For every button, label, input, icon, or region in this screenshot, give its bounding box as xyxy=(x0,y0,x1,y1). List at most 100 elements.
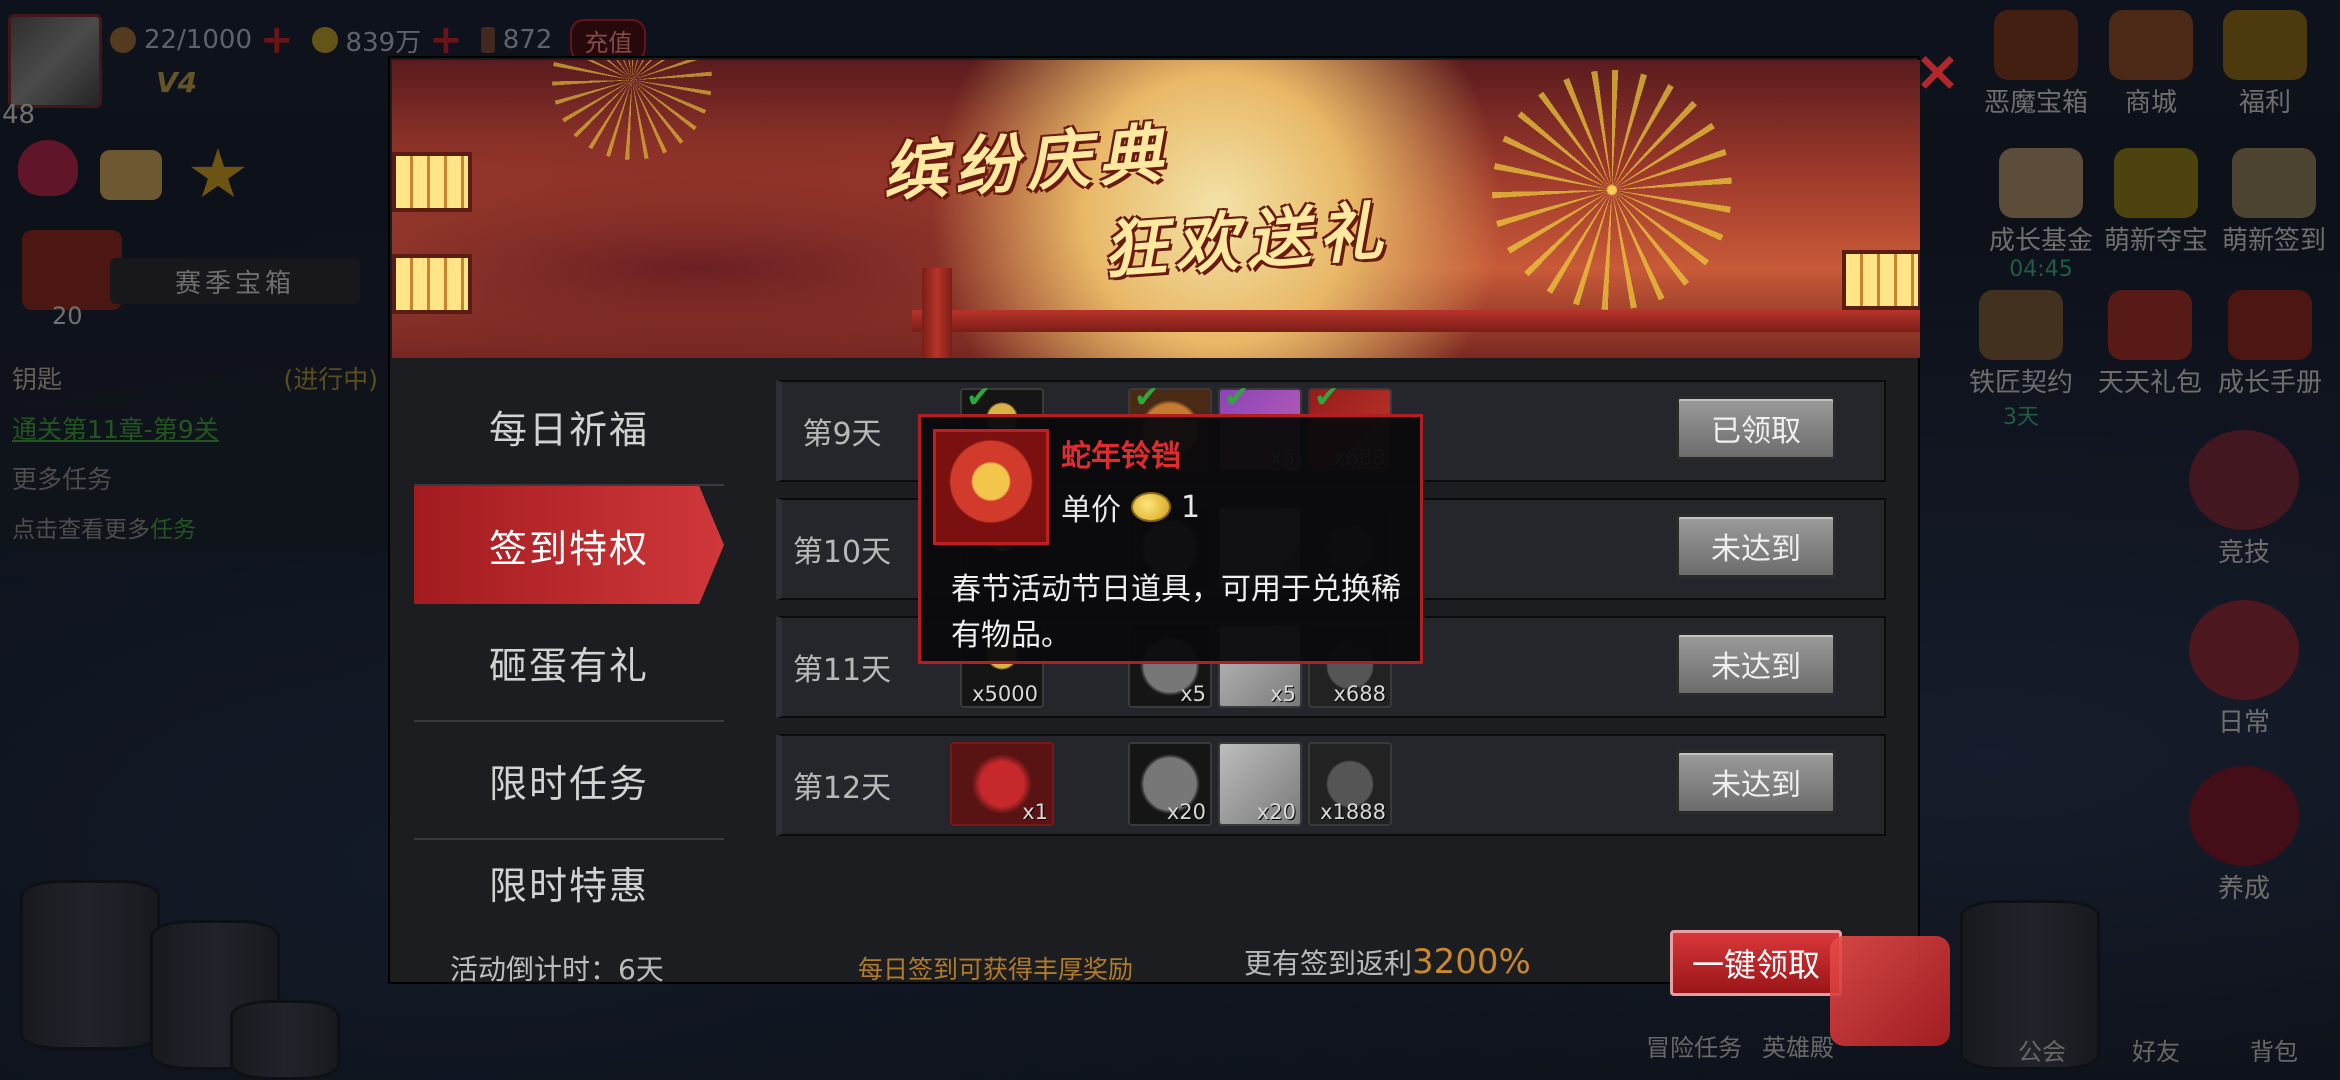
add-gold-button[interactable]: + xyxy=(429,20,463,60)
railing-decoration xyxy=(912,310,1920,332)
cultivate-label: 养成 xyxy=(2217,874,2270,904)
gold-coin-icon xyxy=(311,27,338,53)
tab-signin-privilege[interactable]: 签到特权 xyxy=(414,486,724,604)
task-status: (进行中) xyxy=(283,365,378,394)
daily-button[interactable]: 日常 xyxy=(2184,600,2304,739)
tooltip-description: 春节活动节日道具，可用于兑换稀有物品。 xyxy=(951,572,1401,653)
skull-chest-icon xyxy=(1994,10,2078,80)
reward-item-hammer[interactable]: x20 xyxy=(1218,742,1302,826)
banner-title-line2: 狂欢送礼 xyxy=(1100,194,1393,289)
daily-gift-label: 天天礼包 xyxy=(2097,368,2202,398)
welfare-label: 福利 xyxy=(2238,88,2291,118)
price-label: 单价 xyxy=(1061,493,1121,528)
growth-manual-button[interactable]: 成长手册 xyxy=(2210,290,2330,399)
price-value: 1 xyxy=(1181,489,1201,525)
add-stamina-button[interactable]: + xyxy=(260,20,294,60)
item-count: x5000 xyxy=(972,682,1038,706)
task-stage-link[interactable]: 通关第11章-第9关 xyxy=(12,410,219,446)
reward-item-bell[interactable]: x1888 xyxy=(1308,742,1392,826)
demon-chest-label: 恶魔宝箱 xyxy=(1983,88,2088,118)
arena-label: 竞技 xyxy=(2217,538,2270,568)
mask-icon xyxy=(2189,600,2299,700)
welfare-button[interactable]: 福利 xyxy=(2210,10,2320,119)
item-tooltip: 蛇年铃铛 单价 1 春节活动节日道具，可用于兑换稀有物品。 xyxy=(918,414,1423,664)
newbie-treasure-button[interactable]: 萌新夺宝 xyxy=(2096,148,2216,257)
lucky-cat-icon xyxy=(1999,148,2083,218)
attack-value: 872 xyxy=(502,25,553,55)
arena-button[interactable]: 竞技 xyxy=(2184,430,2304,569)
shop-label: 商城 xyxy=(2124,88,2177,118)
player-level: 48 xyxy=(2,100,36,130)
not-reached-button[interactable]: 未达到 xyxy=(1676,632,1836,696)
drumstick-icon xyxy=(110,27,136,53)
claimed-button[interactable]: 已领取 xyxy=(1676,396,1836,460)
growth-fund-button[interactable]: 成长基金 04:45 xyxy=(1976,148,2106,282)
checkmark-icon: ✔ xyxy=(1314,380,1340,415)
not-reached-button[interactable]: 未达到 xyxy=(1676,750,1836,814)
gift-icon[interactable] xyxy=(1830,936,1950,1046)
item-count: x1888 xyxy=(1320,800,1386,824)
firework-decoration xyxy=(552,60,712,160)
not-reached-button[interactable]: 未达到 xyxy=(1676,514,1836,578)
footer-rebate: 更有签到返利3200% xyxy=(1244,942,1531,982)
season-chest-icon[interactable] xyxy=(22,230,122,310)
tab-daily-blessing[interactable]: 每日祈福 xyxy=(414,368,724,486)
demon-chest-button[interactable]: 恶魔宝箱 xyxy=(1976,10,2096,119)
event-tabs: 每日祈福 签到特权 砸蛋有礼 限时任务 限时特惠 xyxy=(414,368,724,910)
rebate-label: 更有签到返利 xyxy=(1244,947,1413,980)
tab-egg-smash[interactable]: 砸蛋有礼 xyxy=(414,604,724,722)
checkmark-icon: ✔ xyxy=(966,380,992,415)
more-tasks-label[interactable]: 更多任务 xyxy=(12,460,112,496)
bag-button[interactable]: 背包 xyxy=(2250,1032,2298,1067)
guild-button[interactable]: 公会 xyxy=(2018,1032,2066,1067)
newbie-treasure-label: 萌新夺宝 xyxy=(2103,226,2208,256)
stamina-resource: 22/1000 + xyxy=(110,20,294,60)
barrel-decoration xyxy=(20,880,160,1050)
task-hint-link[interactable]: 任务 xyxy=(150,517,196,543)
mail-icon[interactable] xyxy=(100,150,162,200)
reward-item-lion-dance[interactable]: x1 xyxy=(950,742,1054,826)
day-label: 第11天 xyxy=(792,653,892,688)
sword-icon xyxy=(480,27,495,53)
item-count: x5 xyxy=(1180,682,1206,706)
adventure-task-button[interactable]: 冒险任务 xyxy=(1646,1028,1742,1063)
lit-window-decoration xyxy=(1842,250,1920,310)
scroll-quill-icon xyxy=(2232,148,2316,218)
daily-gift-button[interactable]: 天天礼包 xyxy=(2090,290,2210,399)
event-countdown: 活动倒计时：6天 xyxy=(450,953,664,986)
claim-all-button[interactable]: 一键领取 xyxy=(1670,930,1842,996)
task-hint: 点击查看更多任务 xyxy=(12,510,378,544)
daily-label: 日常 xyxy=(2217,708,2270,738)
task-panel[interactable]: 钥匙 (进行中) 通关第11章-第9关 更多任务 点击查看更多任务 xyxy=(0,350,390,550)
season-chest-label[interactable]: 赛季宝箱 xyxy=(110,258,360,304)
checkmark-icon: ✔ xyxy=(1224,380,1250,415)
event-banner: 缤纷庆典 狂欢送礼 xyxy=(392,60,1920,358)
item-count: x20 xyxy=(1166,800,1206,824)
cultivate-button[interactable]: 养成 xyxy=(2184,766,2304,905)
reward-item-stone[interactable]: x20 xyxy=(1128,742,1212,826)
heart-icon[interactable] xyxy=(18,140,78,196)
item-count: x20 xyxy=(1256,800,1296,824)
tooltip-item-name: 蛇年铃铛 xyxy=(1061,439,1181,474)
smith-contract-button[interactable]: 铁匠契约 3天 xyxy=(1956,290,2086,431)
hero-hall-button[interactable]: 英雄殿 xyxy=(1762,1028,1834,1063)
attack-resource: 872 xyxy=(480,25,553,55)
checkmark-icon: ✔ xyxy=(1134,380,1160,415)
newbie-signin-label: 萌新签到 xyxy=(2221,226,2326,256)
newbie-signin-button[interactable]: 萌新签到 xyxy=(2214,148,2334,257)
tab-limited-tasks[interactable]: 限时任务 xyxy=(414,722,724,840)
barrel-decoration xyxy=(230,1000,340,1080)
treasure-star-icon xyxy=(2114,148,2198,218)
shop-button[interactable]: 商城 xyxy=(2096,10,2206,119)
smith-contract-label: 铁匠契约 xyxy=(1968,368,2073,398)
railing-post-decoration xyxy=(922,268,952,358)
shop-icon xyxy=(2109,10,2193,80)
close-icon[interactable]: × xyxy=(1914,44,1961,100)
gold-value: 839万 xyxy=(345,27,422,58)
item-count: x1 xyxy=(1022,800,1048,824)
coin-icon xyxy=(1131,492,1171,522)
reward-row: 第12天 x1 x20 x20 x1888 未达到 xyxy=(776,734,1886,836)
friends-button[interactable]: 好友 xyxy=(2132,1032,2180,1067)
tab-limited-deals[interactable]: 限时特惠 xyxy=(414,840,724,910)
snake-bell-icon xyxy=(933,429,1049,545)
